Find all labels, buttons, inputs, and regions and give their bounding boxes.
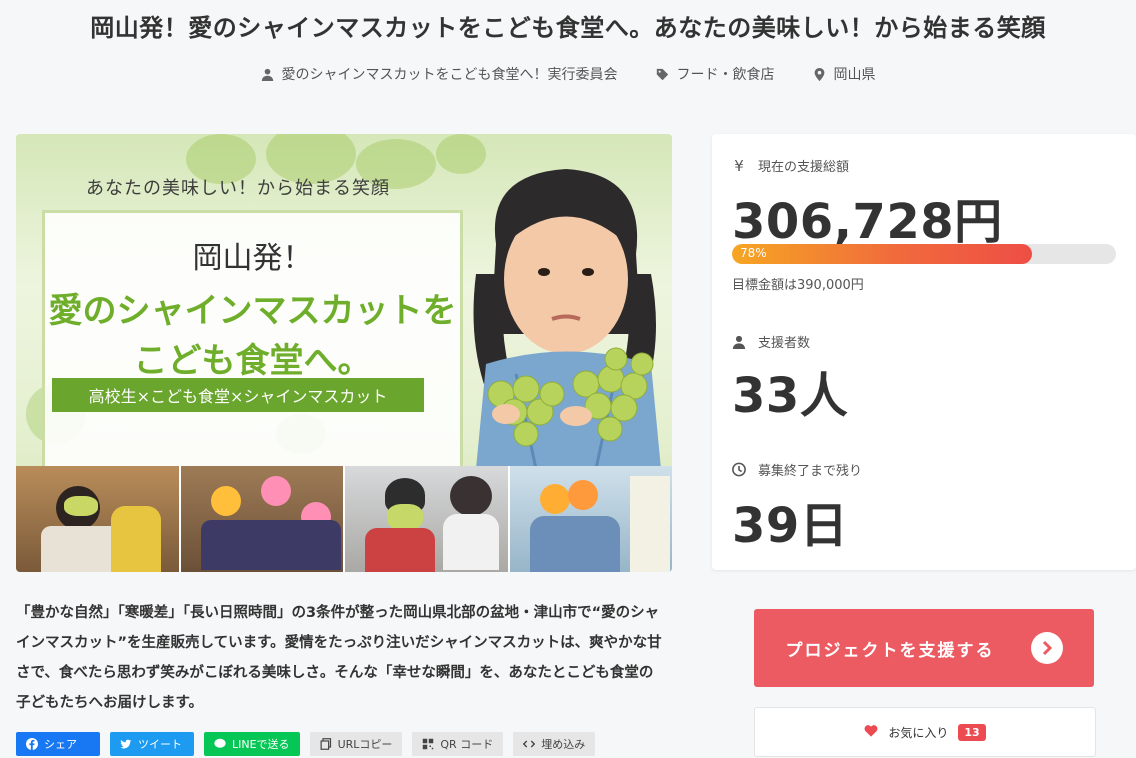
support-button-label: プロジェクトを支援する xyxy=(785,640,995,661)
line-share-label: LINEで送る xyxy=(232,738,290,751)
user-icon xyxy=(732,335,746,349)
tag-icon xyxy=(656,68,668,80)
hero-line-2: 愛のシャインマスカットを xyxy=(48,291,457,331)
line-share-button[interactable]: LINEで送る xyxy=(204,732,300,756)
location-pin-icon xyxy=(814,67,824,81)
url-copy-button[interactable]: URLコピー xyxy=(309,732,403,756)
embed-label: 埋め込み xyxy=(541,738,586,751)
photo-thumb xyxy=(16,466,179,572)
owner-name: 愛のシャインマスカットをこども食堂へ！実行委員会 xyxy=(281,67,618,83)
copy-icon xyxy=(320,738,331,750)
amount-label: 現在の支援総額 xyxy=(758,160,850,175)
hero-line-3: こども食堂へ。 xyxy=(133,341,372,381)
supporters-label: 支援者数 xyxy=(758,336,811,351)
twitter-bird-icon xyxy=(120,739,132,749)
project-meta: 愛のシャインマスカットをこども食堂へ！実行委員会 フード・飲食店 岡山県 xyxy=(0,64,1136,84)
twitter-share-button[interactable]: ツイート xyxy=(110,732,194,756)
goal-amount: 目標金額は390,000円 xyxy=(732,278,864,293)
meta-location[interactable]: 岡山県 xyxy=(813,64,876,84)
facebook-icon xyxy=(26,738,38,750)
location-name: 岡山県 xyxy=(833,67,876,83)
facebook-share-button[interactable]: シェア xyxy=(16,732,100,756)
favorite-button[interactable]: お気に入り 13 xyxy=(754,707,1096,757)
page-title: 岡山発！愛のシャインマスカットをこども食堂へ。あなたの美味しい！から始まる笑顔 xyxy=(90,14,1046,42)
url-copy-label: URLコピー xyxy=(337,738,393,751)
project-hero-image: あなたの美味しい！から始まる笑顔 岡山発！ 愛のシャインマスカットを こども食堂… xyxy=(16,134,672,572)
supporters-label-row: 支援者数 xyxy=(732,332,810,351)
funding-stats-card: ¥ 現在の支援総額 306,728円 78% 目標金額は390,000円 支援者… xyxy=(712,134,1136,570)
qr-code-button[interactable]: QR コード xyxy=(412,732,504,756)
user-icon xyxy=(261,68,273,81)
amount-value: 306,728円 xyxy=(732,194,1003,250)
qr-code-icon xyxy=(423,738,434,750)
hero-line-1: 岡山発！ xyxy=(192,241,313,276)
remaining-value: 39日 xyxy=(732,498,849,554)
qr-code-label: QR コード xyxy=(440,738,494,751)
photo-thumb xyxy=(345,466,508,572)
funding-progress-bar: 78% xyxy=(732,244,1116,264)
facebook-share-label: シェア xyxy=(44,738,77,751)
code-icon xyxy=(523,740,536,748)
category-name: フード・飲食店 xyxy=(676,67,775,83)
yen-icon: ¥ xyxy=(734,156,744,175)
chevron-right-icon xyxy=(1030,632,1063,664)
photo-thumb xyxy=(509,466,672,572)
amount-label-row: ¥ 現在の支援総額 xyxy=(732,156,850,176)
supporters-value: 33人 xyxy=(732,368,849,424)
remaining-label: 募集終了まで残り xyxy=(758,464,863,479)
remaining-label-row: 募集終了まで残り xyxy=(732,460,862,479)
meta-owner[interactable]: 愛のシャインマスカットをこども食堂へ！実行委員会 xyxy=(261,64,618,84)
line-icon xyxy=(214,738,226,748)
progress-percent: 78% xyxy=(740,246,767,260)
child-with-grapes-illustration xyxy=(473,169,661,469)
twitter-share-label: ツイート xyxy=(138,738,182,751)
hero-catchphrase: あなたの美味しい！から始まる笑顔 xyxy=(86,178,390,199)
embed-button[interactable]: 埋め込み xyxy=(513,732,596,756)
hero-photo-strip xyxy=(16,466,672,572)
progress-fill: 78% xyxy=(732,244,1032,264)
support-project-button[interactable]: プロジェクトを支援する xyxy=(754,609,1094,687)
share-buttons: シェア ツイート LINEで送る URLコピー QR コード 埋め込み xyxy=(16,732,596,756)
favorite-count-badge: 13 xyxy=(958,723,986,741)
favorite-label: お気に入り xyxy=(888,725,949,740)
hero-ribbon: 高校生×こども食堂×シャインマスカット xyxy=(52,378,424,412)
meta-category[interactable]: フード・飲食店 xyxy=(656,64,775,84)
project-description: 「豊かな自然」「寒暖差」「長い日照時間」の3条件が整った岡山県北部の盆地・津山市… xyxy=(16,605,662,711)
heart-icon xyxy=(864,724,878,740)
clock-icon xyxy=(732,462,746,477)
photo-thumb xyxy=(180,466,343,572)
